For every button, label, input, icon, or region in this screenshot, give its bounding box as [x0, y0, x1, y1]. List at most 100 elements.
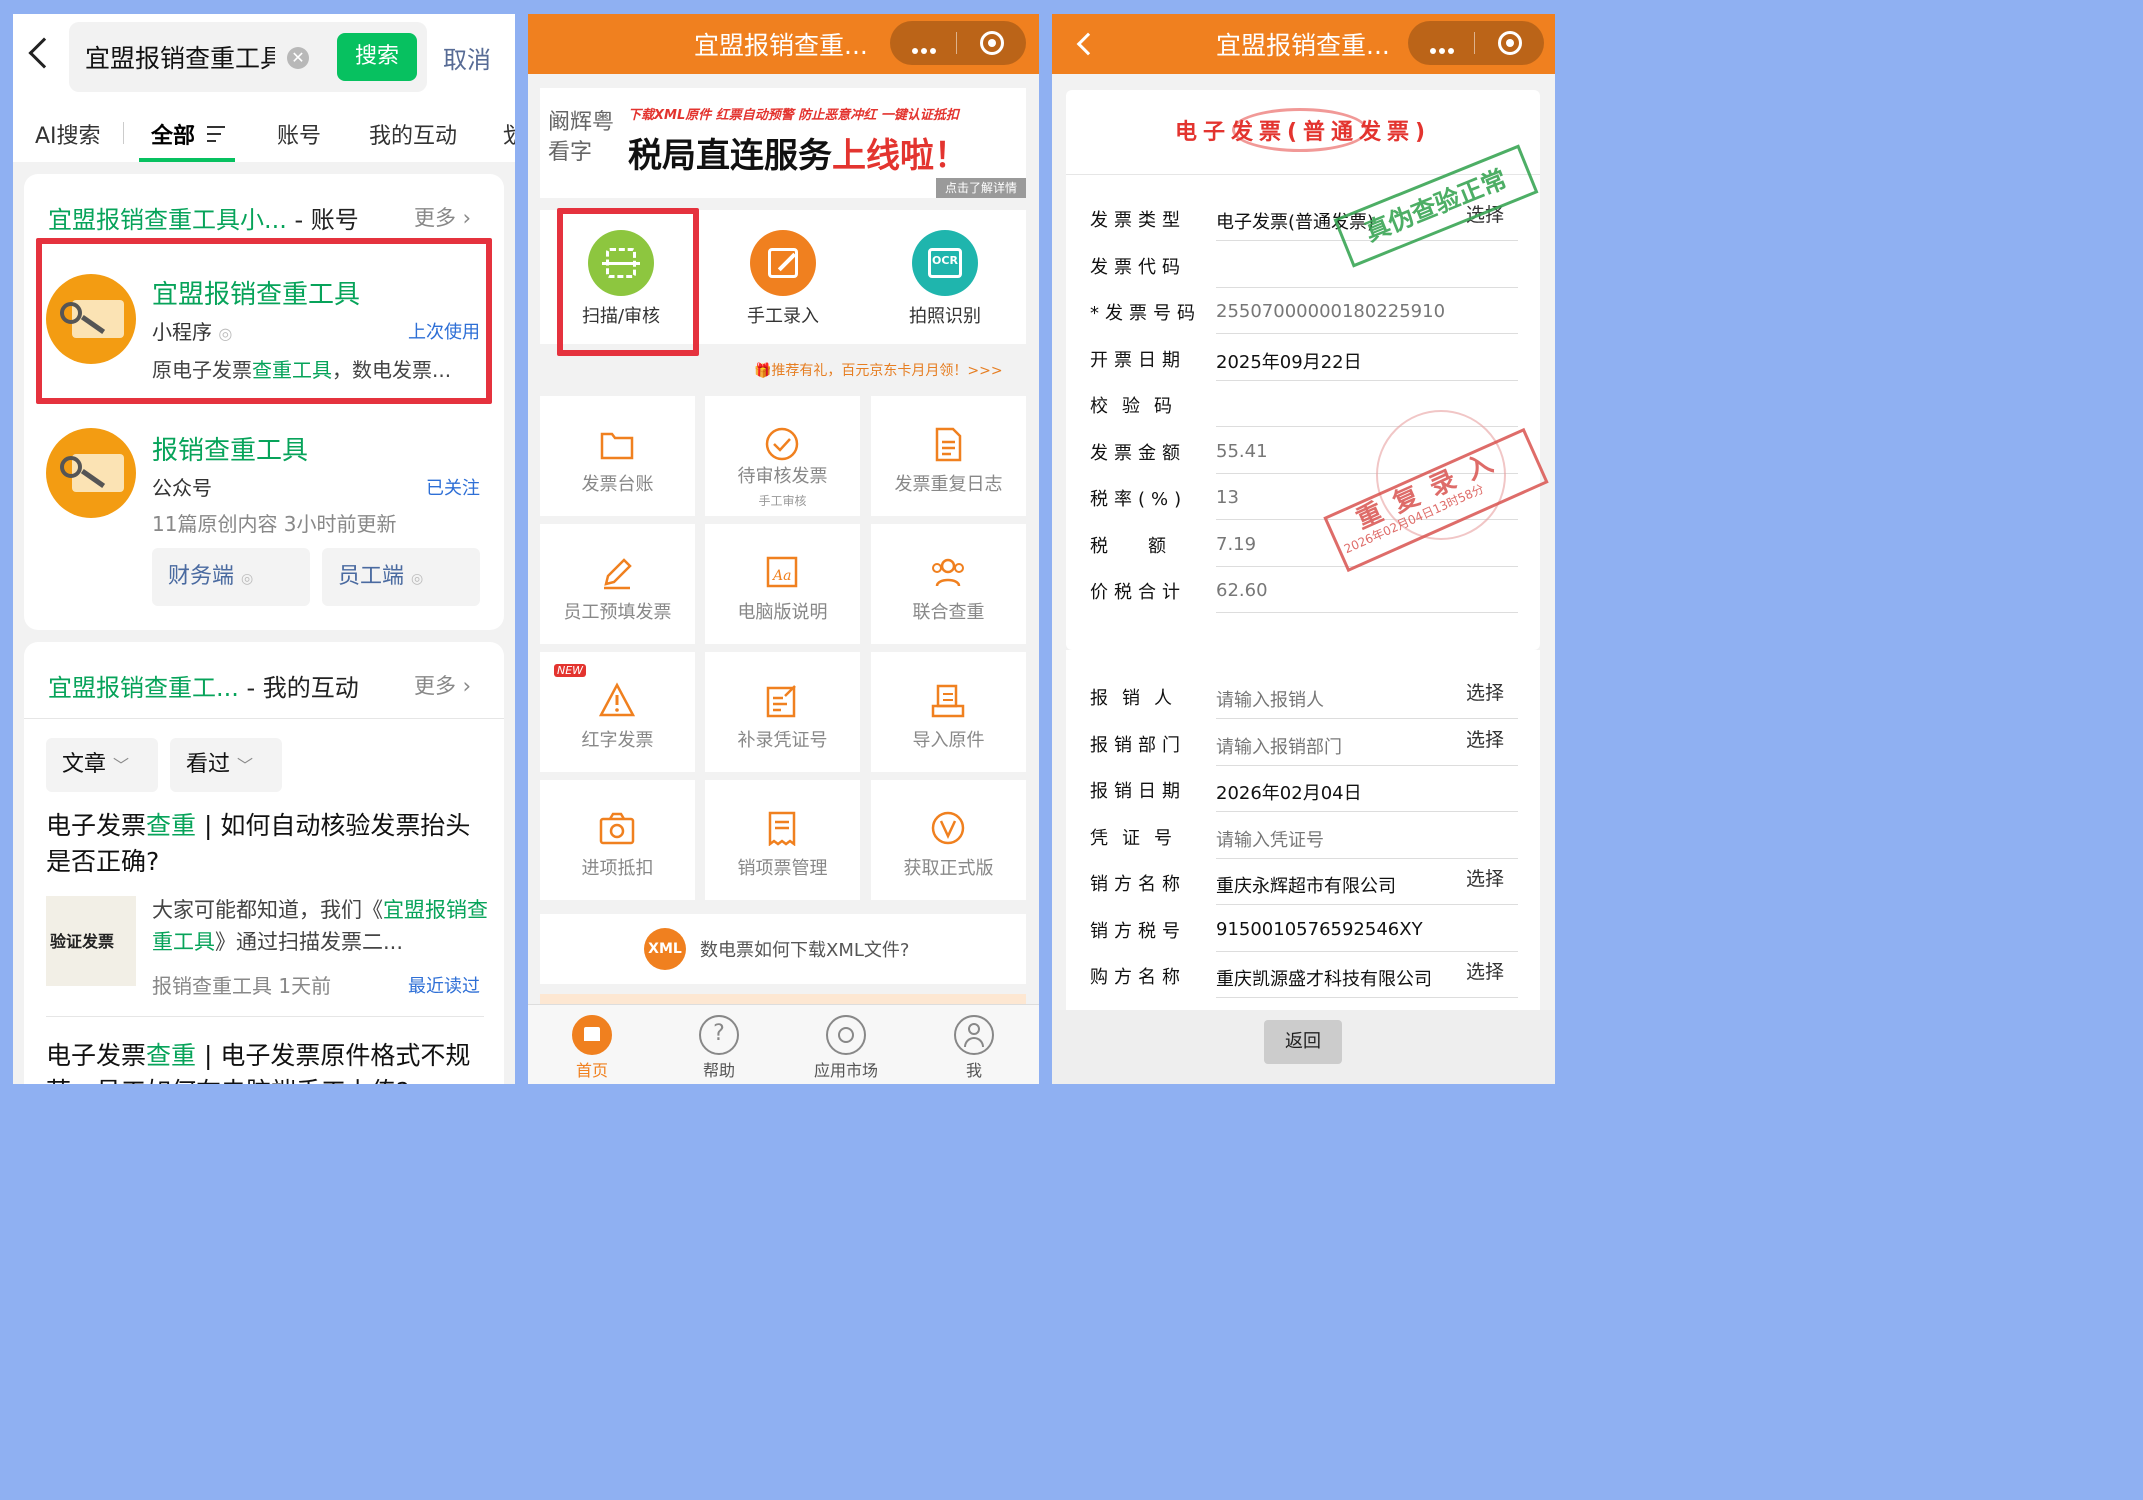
banner-detail-tag[interactable]: 点击了解详情: [936, 178, 1026, 198]
field-underline: [1216, 333, 1518, 334]
grid-item-document[interactable]: 发票重复日志: [871, 396, 1026, 516]
select-button[interactable]: 选择: [1466, 678, 1504, 705]
field-underline: [1216, 857, 1518, 859]
employee-side-button[interactable]: 员工端 ◎: [322, 548, 480, 606]
field-value: 2025年09月22日: [1216, 351, 1362, 373]
field-value: 13: [1216, 487, 1239, 508]
account-more-link[interactable]: 更多 ›: [414, 202, 471, 232]
grid-item-warning[interactable]: 红字发票 NEW: [540, 652, 695, 772]
tab-ai-search[interactable]: AI搜索: [35, 118, 101, 150]
select-button[interactable]: 选择: [1466, 957, 1504, 984]
article-title[interactable]: 电子发票查重 | 如何自动核验发票抬头是否正确?: [46, 808, 486, 880]
grid-item-users[interactable]: 联合查重: [871, 524, 1026, 644]
tab-help[interactable]: ? 帮助: [669, 1005, 769, 1084]
tab-label: 首页: [575, 1061, 608, 1080]
app-title: 宜盟报销查重...: [1216, 31, 1390, 60]
field-label: 开票日期: [1090, 349, 1186, 371]
grid-item-edit-doc[interactable]: 补录凭证号: [705, 652, 860, 772]
search-button[interactable]: 搜索: [337, 33, 417, 81]
grid-item-import[interactable]: 导入原件: [871, 652, 1026, 772]
tab-app-market[interactable]: 应用市场: [796, 1005, 896, 1084]
article-title[interactable]: 电子发票查重 | 电子发票原件格式不规范，员工如何在电脑端手工上传?: [46, 1038, 486, 1084]
warning-icon: [598, 682, 636, 717]
field-underline: [1216, 379, 1518, 381]
field-label: 报销人: [1090, 688, 1186, 709]
grid-item-check-circle[interactable]: 待审核发票 手工审核: [705, 396, 860, 516]
app-title: 宜盟报销查重...: [694, 31, 868, 60]
field-label: 发票代码: [1090, 256, 1186, 278]
capsule-menu[interactable]: [1408, 21, 1544, 65]
back-icon[interactable]: [1076, 32, 1100, 56]
followed-badge: 已关注: [426, 478, 480, 499]
filter-chip-viewed[interactable]: 看过 ﹀: [170, 738, 282, 792]
grid-item-pencil[interactable]: 员工预填发票: [540, 524, 695, 644]
promo-banner[interactable]: 阚辉粤 看字 下载XML原件 红票自动预警 防止恶意冲红 一键认证抵扣 税局直连…: [540, 88, 1026, 198]
svg-text:Aa: Aa: [771, 568, 791, 584]
back-icon[interactable]: [28, 37, 60, 69]
grid-item-font[interactable]: Aa 电脑版说明: [705, 524, 860, 644]
tab-accounts[interactable]: 账号: [277, 118, 321, 150]
tab-my-interactions[interactable]: 我的互动: [369, 118, 457, 150]
grid-item-camera[interactable]: 进项抵扣: [540, 780, 695, 900]
field-value[interactable]: 请输入报销人: [1216, 686, 1324, 712]
field-value[interactable]: 重庆永辉超市有限公司: [1216, 872, 1396, 898]
field-value: 2026年02月04日: [1216, 783, 1362, 804]
search-header: 宜盟报销查重工具 ✕ 搜索 取消 AI搜索 全部 账号 我的互动 划: [13, 14, 515, 162]
help-icon: ?: [699, 1015, 739, 1055]
grid-item-label: 补录凭证号: [737, 730, 828, 751]
search-query[interactable]: 宜盟报销查重工具: [85, 39, 275, 75]
field-underline: [1216, 997, 1518, 998]
search-input[interactable]: 宜盟报销查重工具 ✕ 搜索: [69, 22, 427, 92]
tab-all[interactable]: 全部: [151, 118, 195, 150]
banner-signature: 阚辉粤 看字: [548, 110, 615, 165]
filter-chip-article[interactable]: 文章 ﹀: [46, 738, 158, 792]
referral-promo-link[interactable]: 🎁推荐有礼，百元京东卡月月领！>>>: [754, 360, 1003, 380]
invoice-title: 电子发票(普通发票): [1174, 120, 1432, 145]
xml-help-link[interactable]: XML 数电票如何下载XML文件?: [540, 914, 1026, 984]
return-button[interactable]: 返回: [1264, 1020, 1342, 1064]
users-icon: [932, 558, 964, 587]
field-underline: [1216, 904, 1518, 905]
close-target-icon[interactable]: [1498, 31, 1522, 55]
grid-item-folder[interactable]: 发票台账: [540, 396, 695, 516]
grid-item-label: 联合查重: [912, 602, 985, 623]
field-value[interactable]: 请输入报销部门: [1216, 733, 1342, 759]
tab-divider: [123, 122, 124, 144]
divider: [24, 718, 504, 719]
pencil-icon: [604, 558, 632, 590]
new-badge: NEW: [554, 664, 587, 677]
home-icon: [572, 1015, 612, 1055]
tab-more[interactable]: 划: [503, 118, 515, 150]
interaction-section-title[interactable]: 宜盟报销查重工... - 我的互动: [48, 668, 359, 703]
grid-item-label: 导入原件: [912, 730, 985, 751]
more-dots-icon[interactable]: [1430, 39, 1457, 58]
select-button[interactable]: 选择: [1466, 725, 1504, 752]
capsule-menu[interactable]: [890, 21, 1026, 65]
close-target-icon[interactable]: [980, 31, 1004, 55]
tab-home[interactable]: 首页: [542, 1005, 642, 1084]
xml-badge-icon: XML: [644, 928, 686, 970]
grid-item-receipt[interactable]: 销项票管理: [705, 780, 860, 900]
field-label: 凭证号: [1090, 827, 1186, 849]
field-value: 62.60: [1216, 580, 1268, 601]
filter-icon[interactable]: [207, 126, 225, 147]
promo-strip: [540, 994, 1026, 1004]
banner-headline: 税局直连服务上线啦！: [628, 136, 968, 176]
wechat-search-panel: 宜盟报销查重工具 ✕ 搜索 取消 AI搜索 全部 账号 我的互动 划 宜盟报销查…: [13, 14, 515, 1084]
tab-me[interactable]: 我: [924, 1005, 1024, 1084]
account-section-title[interactable]: 宜盟报销查重工具小... - 账号: [48, 200, 359, 235]
import-icon: [931, 684, 965, 718]
field-label: 税率(%): [1090, 489, 1188, 510]
field-label: 发票金额: [1090, 442, 1186, 464]
cancel-link[interactable]: 取消: [443, 40, 491, 75]
grid-item-label: 发票重复日志: [894, 474, 1003, 495]
select-button[interactable]: 选择: [1466, 864, 1504, 891]
field-label: 税额: [1090, 535, 1206, 557]
interaction-more-link[interactable]: 更多 ›: [414, 670, 471, 700]
field-value[interactable]: 重庆凯源盛才科技有限公司: [1216, 965, 1432, 991]
grid-item-v-badge[interactable]: 获取正式版: [871, 780, 1026, 900]
clear-icon[interactable]: ✕: [287, 47, 309, 69]
more-dots-icon[interactable]: [912, 39, 939, 58]
ocr-icon-text: OCR: [932, 254, 958, 267]
finance-side-button[interactable]: 财务端 ◎: [152, 548, 310, 606]
